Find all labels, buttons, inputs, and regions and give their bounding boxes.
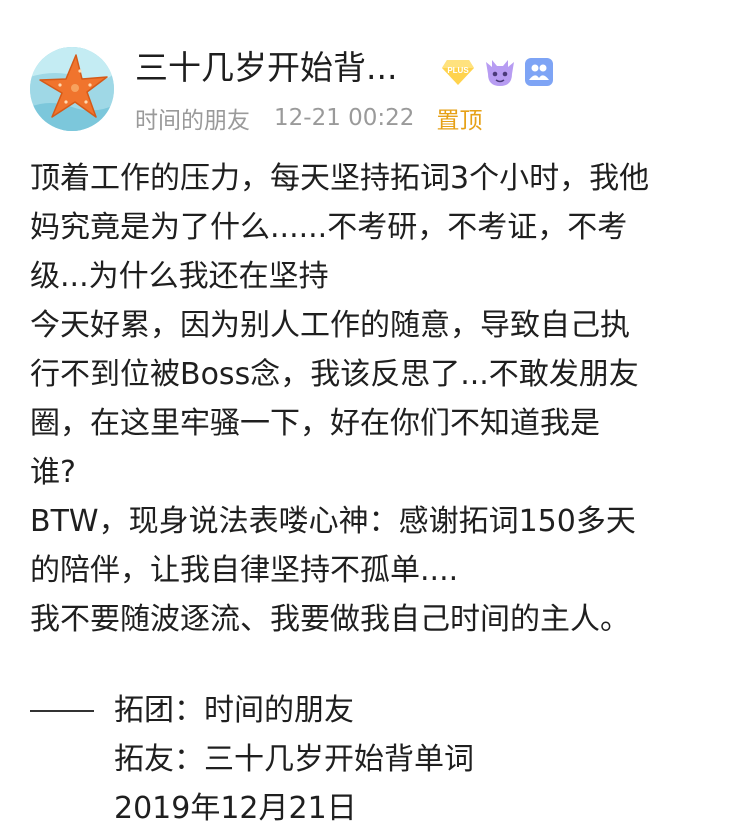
username[interactable]: 三十几岁开始背...	[135, 46, 397, 90]
content-line: 级...为什么我还在坚持	[30, 259, 329, 294]
content-line: 我不要随波逐流、我要做我自己时间的主人。	[30, 602, 630, 637]
signature-date: 2019年12月21日	[114, 791, 357, 826]
plus-diamond-icon[interactable]: PLUS	[441, 58, 475, 86]
group-icon[interactable]	[525, 58, 553, 86]
content-line: BTW，现身说法表喽心神：感谢拓词150多天	[30, 504, 636, 539]
group-name[interactable]: 时间的朋友	[135, 101, 250, 135]
post-content: 顶着工作的压力，每天坚持拓词3个小时，我他 妈究竟是为了什么......不考研，…	[30, 154, 730, 644]
content-line: 的陪伴，让我自律坚持不孤单....	[30, 553, 459, 588]
monster-icon[interactable]	[483, 56, 517, 88]
post-meta: 时间的朋友 12-21 00:22 置顶	[135, 101, 482, 135]
signature-friend: 拓友：三十几岁开始背单词	[114, 742, 474, 777]
content-line: 顶着工作的压力，每天坚持拓词3个小时，我他	[30, 161, 650, 196]
content-line: 今天好累，因为别人工作的随意，导致自己执	[30, 308, 630, 343]
starfish-icon	[30, 47, 114, 131]
badges: PLUS	[441, 55, 553, 89]
plus-badge-text: PLUS	[447, 66, 469, 75]
content-line: 圈，在这里牢骚一下，好在你们不知道我是	[30, 406, 600, 441]
avatar[interactable]	[30, 47, 114, 131]
post-time: 12-21 00:22	[274, 105, 415, 131]
content-line: 妈究竟是为了什么......不考研，不考证，不考	[30, 210, 628, 245]
pinned-tag: 置顶	[436, 108, 483, 134]
signature-group: 拓团：时间的朋友	[114, 693, 354, 728]
signature-dash	[30, 710, 94, 712]
content-line: 行不到位被Boss念，我该反思了...不敢发朋友	[30, 357, 639, 392]
content-line: 谁?	[30, 455, 76, 490]
